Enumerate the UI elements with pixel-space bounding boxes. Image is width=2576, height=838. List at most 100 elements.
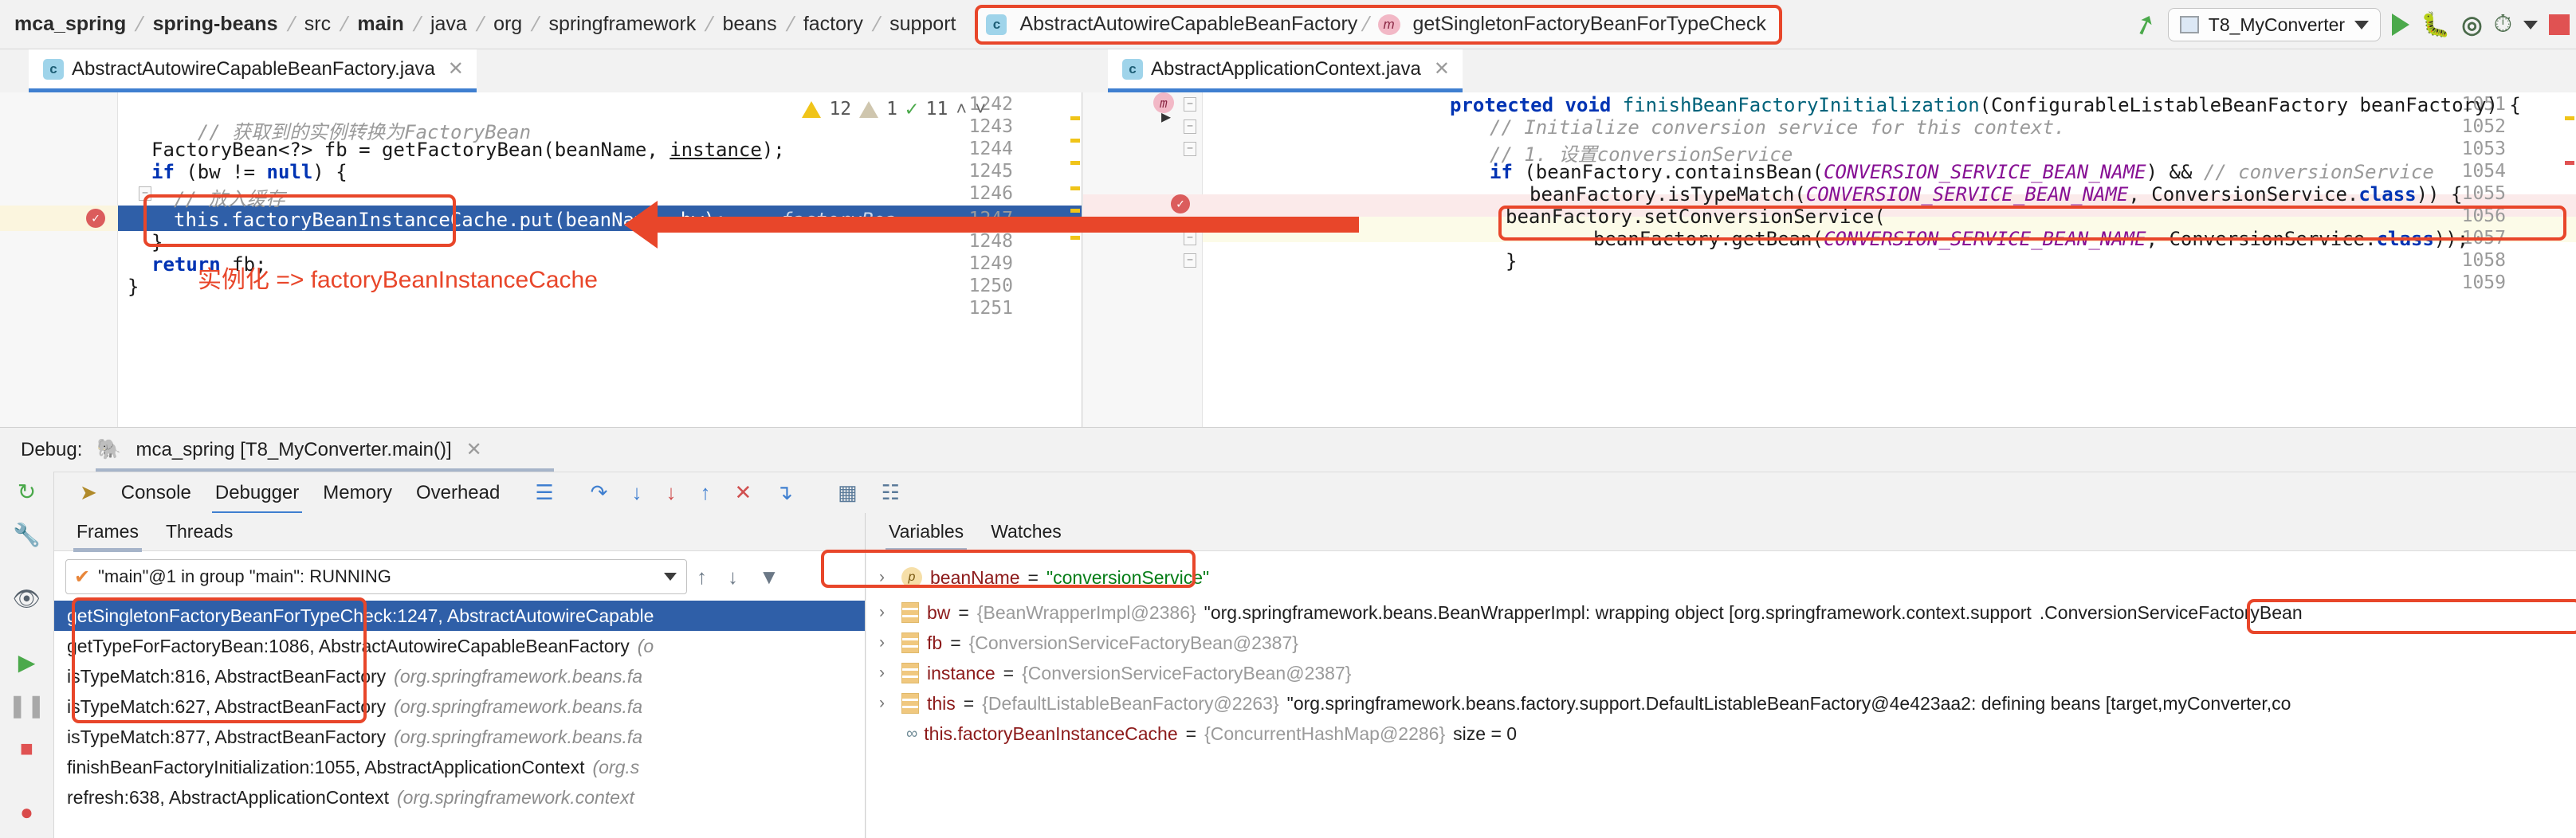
resume-program-icon[interactable]: ▶ [18, 652, 36, 674]
tab-overhead[interactable]: Overhead [416, 482, 500, 504]
fold-toggle-icon[interactable]: − [1184, 253, 1196, 268]
pause-program-icon[interactable]: ❚❚ [8, 695, 45, 717]
variable-name: beanName [930, 566, 1020, 588]
run-icon[interactable] [2392, 14, 2410, 36]
inspection-widget[interactable]: 12 1 ✓ 11 ˄ ˅ [802, 97, 986, 121]
drop-frame-icon[interactable]: ✕ [734, 480, 752, 505]
console-collapse-icon[interactable]: ➤ [80, 480, 97, 505]
evaluate-icon[interactable]: ▦ [838, 480, 858, 505]
fold-toggle-icon[interactable]: − [1184, 231, 1196, 245]
variable-name: fb [927, 632, 943, 653]
frame-row-1[interactable]: getTypeForFactoryBean:1086, AbstractAuto… [54, 631, 865, 661]
fold-toggle-icon[interactable]: − [1184, 97, 1196, 112]
frame-row-5[interactable]: finishBeanFactoryInitialization:1055, Ab… [54, 752, 865, 782]
close-icon[interactable]: ✕ [1434, 57, 1450, 80]
frame-row-3[interactable]: isTypeMatch:627, AbstractBeanFactory (or… [54, 691, 865, 722]
breadcrumb-item-5[interactable]: org [484, 0, 532, 49]
breadcrumb-item-3[interactable]: main [348, 0, 413, 49]
fold-toggle-icon[interactable]: − [1184, 119, 1196, 134]
thread-selector[interactable]: ✔ "main"@1 in group "main": RUNNING [65, 559, 687, 594]
view-breakpoints-icon[interactable]: ● [20, 801, 33, 824]
tab-debugger[interactable]: Debugger [211, 482, 303, 515]
chevron-down-icon[interactable] [2523, 20, 2538, 29]
line-number: 1246 [968, 183, 1013, 204]
tab-frames[interactable]: Frames [73, 521, 142, 552]
breadcrumb-item-2[interactable]: src [295, 0, 340, 49]
chevron-down-icon[interactable] [664, 573, 677, 581]
breadcrumb-class-name[interactable]: AbstractAutowireCapableBeanFactory [1015, 0, 1362, 49]
line-number: 1053 [2461, 139, 2506, 159]
breadcrumb-item-0[interactable]: mca_spring [5, 0, 135, 49]
step-out-icon[interactable]: ↑ [700, 480, 710, 505]
variable-row-instance[interactable]: › instance = {ConversionServiceFactoryBe… [866, 658, 2576, 688]
close-icon[interactable]: ✕ [448, 57, 464, 80]
stop-icon[interactable]: ■ [20, 738, 33, 760]
frame-up-icon[interactable]: ↑ [697, 565, 707, 589]
profile-icon[interactable]: ⏱ [2494, 11, 2512, 38]
frame-row-2[interactable]: isTypeMatch:816, AbstractBeanFactory (or… [54, 661, 865, 691]
code-line-1056: beanFactory.setConversionService( [1506, 206, 1886, 228]
coverage-icon[interactable]: ◎ [2461, 11, 2482, 39]
next-problem-icon[interactable]: ˅ [975, 99, 986, 120]
breadcrumb-item-7[interactable]: beans [713, 0, 786, 49]
editor-marker-bar[interactable] [1069, 92, 1082, 427]
variable-row-factorybeaninstancecache[interactable]: ∞ this.factoryBeanInstanceCache = {Concu… [866, 719, 2576, 749]
expand-icon[interactable]: › [879, 603, 893, 622]
force-step-into-icon[interactable]: ↓ [666, 480, 676, 505]
settings-icon[interactable]: ☷ [882, 480, 900, 505]
tab-threads[interactable]: Threads [166, 521, 233, 542]
tab-watches[interactable]: Watches [991, 521, 1062, 542]
mute-view-icon[interactable]: 👁 [13, 588, 41, 610]
frame-row-4[interactable]: isTypeMatch:877, AbstractBeanFactory (or… [54, 722, 865, 752]
prev-problem-icon[interactable]: ˄ [956, 99, 967, 120]
chevron-down-icon[interactable] [2354, 20, 2370, 29]
breadcrumb-item-9[interactable]: support [880, 0, 965, 49]
breadcrumb-item-6[interactable]: springframework [539, 0, 705, 49]
editor-tab-row: c AbstractAutowireCapableBeanFactory.jav… [0, 49, 2576, 92]
expand-icon[interactable]: › [879, 664, 893, 683]
tab-console[interactable]: Console [121, 482, 191, 504]
editor-marker-bar[interactable] [2563, 92, 2576, 427]
variable-row-bw[interactable]: › bw = {BeanWrapperImpl@2386} "org.sprin… [866, 597, 2576, 628]
tab-abstract-application-context[interactable]: c AbstractApplicationContext.java ✕ [1108, 49, 1463, 92]
expand-icon[interactable]: › [879, 568, 893, 587]
variables-tab-row: Variables Watches [866, 513, 2576, 552]
variable-row-this[interactable]: › this = {DefaultListableBeanFactory@226… [866, 688, 2576, 719]
hammer-icon[interactable]: ➚ [2129, 6, 2162, 43]
stop-icon[interactable] [2549, 14, 2570, 35]
frame-row-0[interactable]: getSingletonFactoryBeanForTypeCheck:1247… [54, 601, 865, 631]
debug-session-name[interactable]: mca_spring [T8_MyConverter.main()] [136, 439, 452, 461]
run-to-cursor-icon[interactable]: ↴ [776, 480, 793, 505]
breadcrumb-method-name[interactable]: getSingletonFactoryBeanForTypeCheck [1408, 0, 1771, 49]
editor-right[interactable]: 1051 1052 1053 1054 1055 1056 1057 1058 … [1083, 92, 2576, 427]
filter-icon[interactable]: ▼ [759, 565, 779, 589]
expand-icon[interactable]: › [879, 694, 893, 713]
run-configuration-selector[interactable]: T8_MyConverter [2167, 8, 2382, 41]
equals-sign: = [950, 632, 961, 653]
tab-memory[interactable]: Memory [323, 482, 392, 504]
breadcrumb-item-4[interactable]: java [421, 0, 477, 49]
variable-row-beanname[interactable]: › p beanName = "conversionService" [866, 562, 2576, 593]
marker [1070, 209, 1080, 213]
fold-toggle-icon[interactable]: − [1184, 142, 1196, 156]
close-icon[interactable]: ✕ [466, 438, 482, 461]
breakpoint-icon[interactable]: ✓ [1171, 194, 1190, 213]
frame-down-icon[interactable]: ↓ [728, 565, 738, 589]
fold-toggle-icon[interactable]: − [139, 186, 151, 201]
breadcrumb-item-1[interactable]: spring-beans [143, 0, 288, 49]
layout-icon[interactable]: ☰ [535, 480, 553, 505]
expand-icon[interactable]: › [879, 633, 893, 652]
debug-icon[interactable]: 🐛 [2421, 11, 2450, 39]
step-into-icon[interactable]: ↓ [631, 480, 642, 505]
tab-variables[interactable]: Variables [885, 521, 968, 552]
equals-sign: = [963, 692, 975, 714]
settings-wrench-icon[interactable]: 🔧 [13, 524, 41, 546]
frame-row-6[interactable]: refresh:638, AbstractApplicationContext … [54, 782, 865, 813]
variable-row-fb[interactable]: › fb = {ConversionServiceFactoryBean@238… [866, 628, 2576, 658]
step-over-icon[interactable]: ↷ [591, 480, 608, 505]
breakpoint-icon[interactable]: ✓ [86, 209, 105, 228]
gutter-left[interactable] [0, 92, 118, 427]
tab-abstract-autowire-capable-bean-factory[interactable]: c AbstractAutowireCapableBeanFactory.jav… [29, 49, 477, 92]
rerun-icon[interactable]: ↻ [18, 481, 36, 503]
breadcrumb-item-8[interactable]: factory [794, 0, 873, 49]
